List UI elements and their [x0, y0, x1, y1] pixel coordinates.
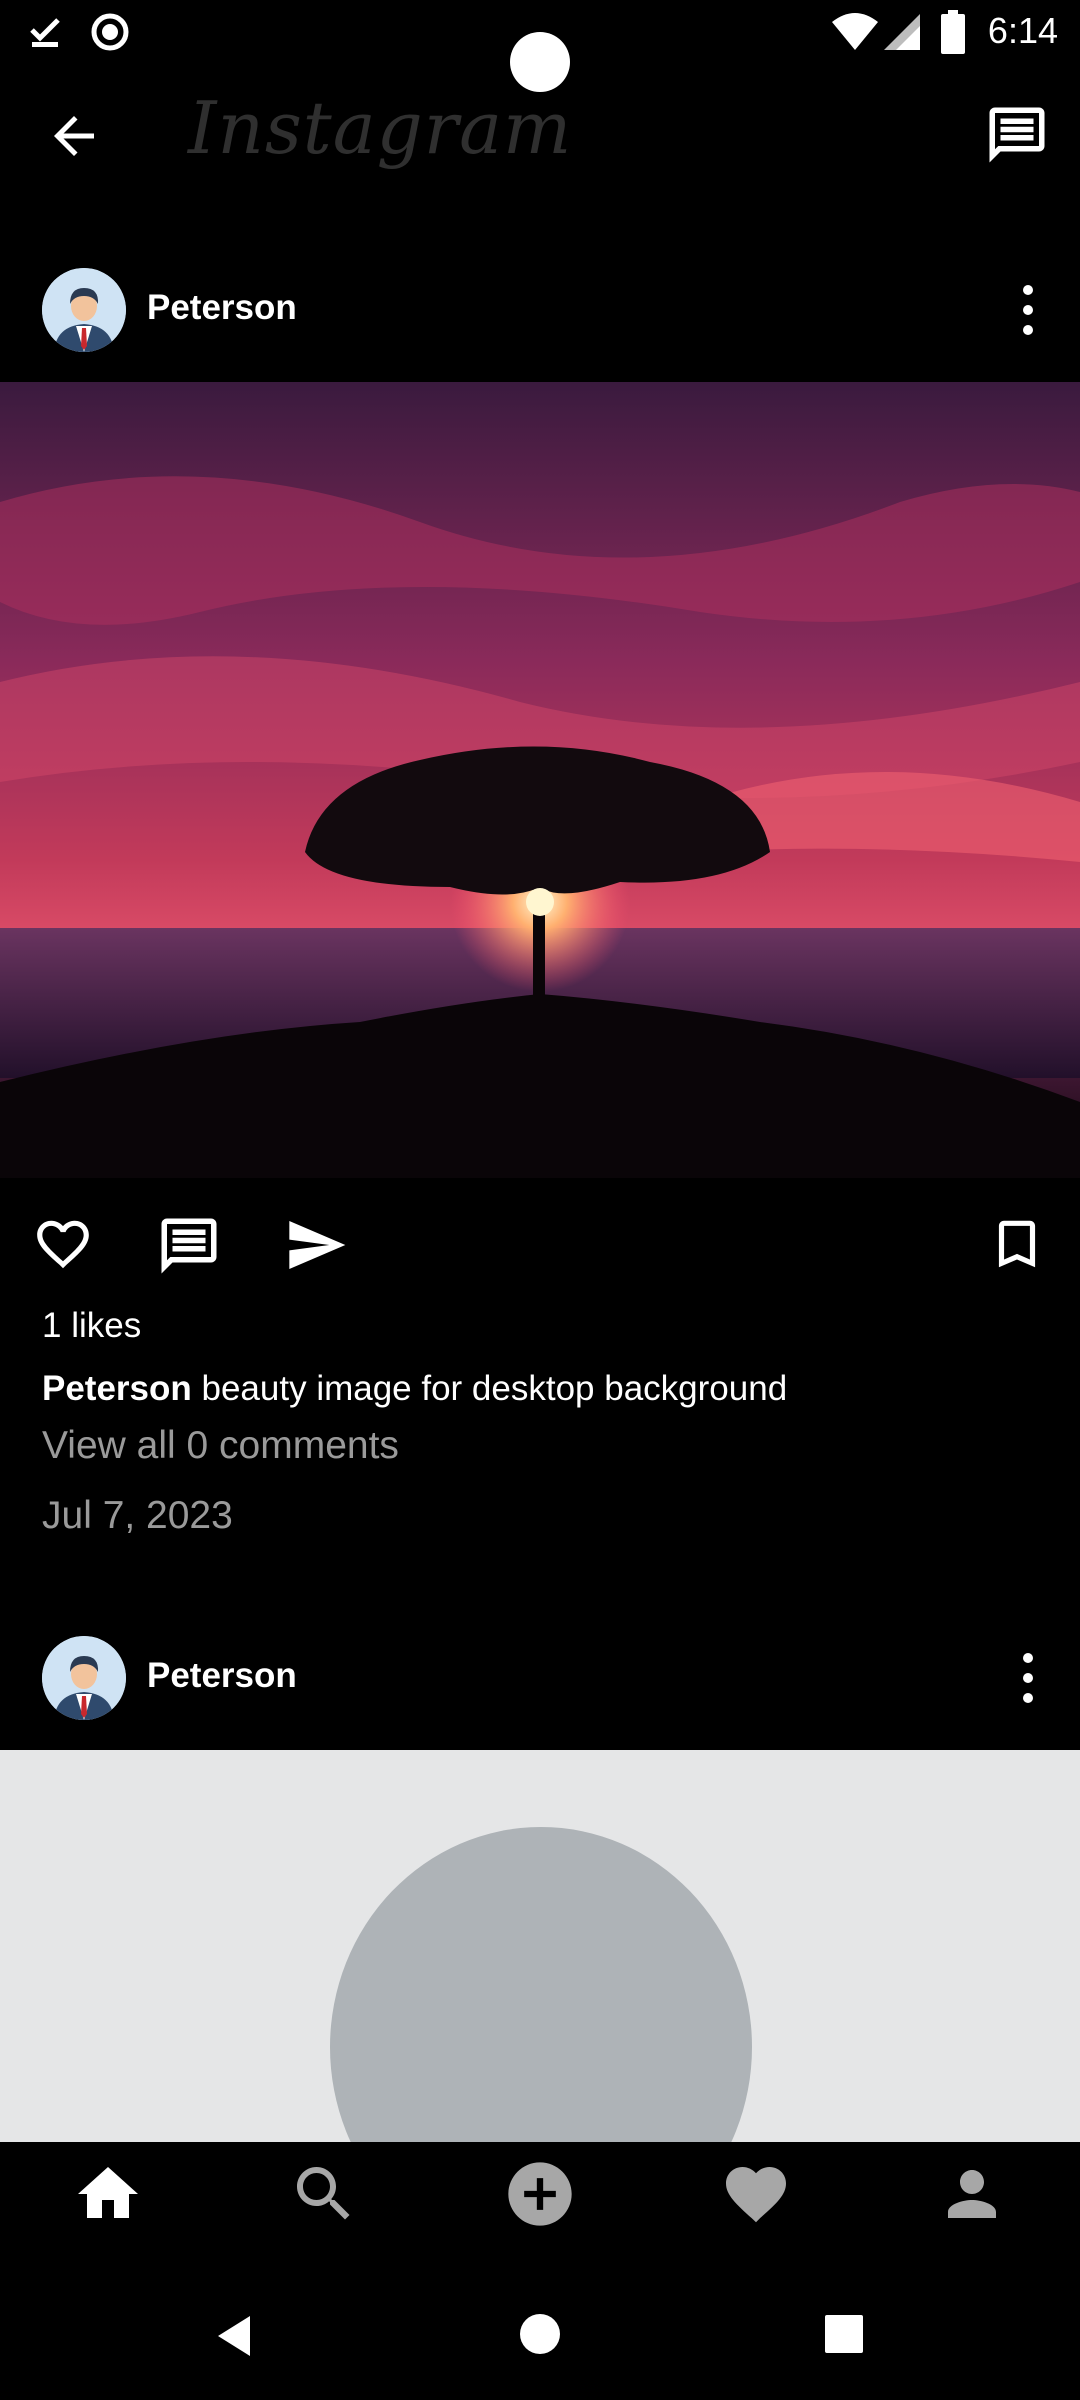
- home-icon: [78, 2167, 138, 2218]
- nav-search[interactable]: [280, 2150, 368, 2238]
- status-bar: 6:14: [0, 0, 1080, 92]
- nav-home[interactable]: [64, 2150, 152, 2238]
- bookmark-icon[interactable]: [986, 1213, 1048, 1275]
- record-icon: [91, 13, 129, 51]
- post-username[interactable]: Peterson: [147, 288, 297, 328]
- post-actions: [0, 1205, 1080, 1285]
- system-navigation: [0, 2290, 1080, 2400]
- status-time: 6:14: [987, 10, 1058, 51]
- sunset-tree-photo: [0, 382, 1080, 1178]
- avatar[interactable]: [42, 1636, 126, 1720]
- send-icon[interactable]: [284, 1213, 348, 1277]
- post-header: Peterson: [0, 254, 1080, 366]
- post-header: Peterson: [0, 1622, 1080, 1734]
- task-check-icon: [30, 18, 60, 47]
- user-avatar-icon: [42, 268, 126, 352]
- avatar[interactable]: [42, 268, 126, 352]
- nav-profile[interactable]: [928, 2150, 1016, 2238]
- system-recents-icon[interactable]: [824, 2314, 864, 2354]
- app-bar: Instagram: [0, 66, 1080, 206]
- post-caption: Peterson beauty image for desktop backgr…: [42, 1369, 787, 1409]
- heart-outline-icon[interactable]: [32, 1213, 94, 1275]
- signal-icon: [884, 14, 920, 50]
- caption-text: beauty image for desktop background: [191, 1369, 788, 1408]
- bottom-navigation: [0, 2142, 1080, 2242]
- view-comments-link[interactable]: View all 0 comments: [42, 1424, 399, 1468]
- comment-icon[interactable]: [156, 1213, 222, 1279]
- more-vertical-icon[interactable]: [1018, 280, 1038, 340]
- arrow-left-icon[interactable]: [44, 106, 104, 166]
- placeholder-shape: [330, 1827, 752, 2142]
- search-icon: [297, 2167, 350, 2220]
- add-post-icon: [508, 2162, 572, 2226]
- app-logo: Instagram: [188, 86, 573, 170]
- post-username[interactable]: Peterson: [147, 1656, 297, 1696]
- chat-icon[interactable]: [984, 102, 1050, 168]
- post-image[interactable]: [0, 382, 1080, 1178]
- battery-icon: [941, 10, 965, 54]
- activity-icon: [726, 2167, 786, 2223]
- nav-activity[interactable]: [712, 2150, 800, 2238]
- caption-username[interactable]: Peterson: [42, 1369, 192, 1408]
- likes-count[interactable]: 1 likes: [42, 1306, 141, 1346]
- system-back-icon[interactable]: [212, 2312, 260, 2360]
- profile-icon: [948, 2170, 996, 2218]
- nav-add-post[interactable]: [496, 2150, 584, 2238]
- post-date: Jul 7, 2023: [42, 1494, 233, 1537]
- wifi-icon: [832, 13, 878, 50]
- more-vertical-icon[interactable]: [1018, 1648, 1038, 1708]
- post-image-placeholder[interactable]: [0, 1750, 1080, 2142]
- user-avatar-icon: [42, 1636, 126, 1720]
- system-home-icon[interactable]: [518, 2312, 562, 2356]
